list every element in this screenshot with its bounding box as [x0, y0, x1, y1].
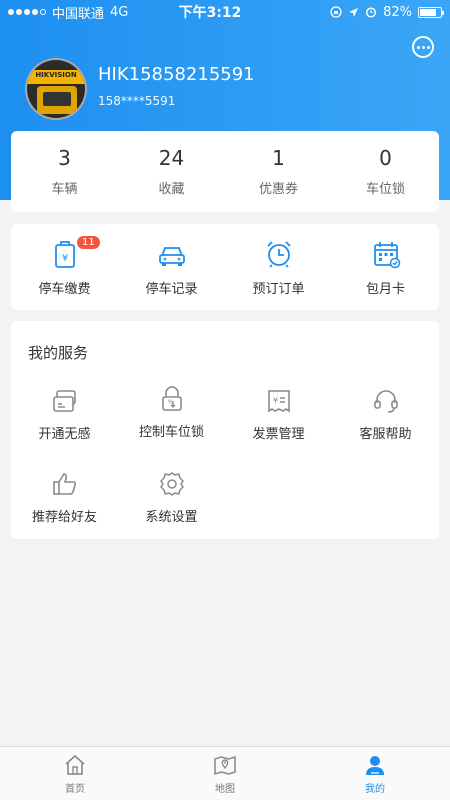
lock-icon: % [161, 386, 182, 411]
service-item-contactless[interactable]: 开通无感 [11, 387, 118, 442]
thumbs-up-icon [52, 473, 76, 495]
battery-icon [418, 6, 444, 18]
tab-map[interactable]: 地图 [150, 747, 300, 800]
carrier-label: 中国联通 [52, 6, 105, 22]
stat-vehicles[interactable]: 3 车辆 [11, 131, 118, 212]
tab-mine[interactable]: 我的 [300, 747, 450, 800]
orientation-lock-icon [330, 6, 342, 18]
alarm-icon [366, 7, 377, 18]
phone-number: 158****5591 [98, 94, 176, 108]
alarm-clock-icon [266, 240, 291, 268]
message-button[interactable] [412, 36, 434, 58]
stat-value: 1 [272, 146, 285, 170]
stat-label: 优惠券 [258, 182, 298, 197]
service-item-settings[interactable]: 系统设置 [118, 470, 225, 525]
quick-action-label: 停车缴费 [38, 281, 91, 297]
network-label: 4G [110, 4, 129, 20]
status-time: 下午3:12 [178, 5, 242, 21]
quick-action-label: 预订订单 [252, 281, 305, 297]
bottom-tab-bar: 首页 地图 我的 [0, 746, 450, 800]
avatar[interactable]: HIKVISION [25, 58, 87, 120]
badge-count: 11 [77, 236, 100, 249]
service-label: 推荐给好友 [31, 510, 97, 525]
tab-label: 我的 [365, 783, 385, 795]
avatar-brand-logo: HIKVISION [35, 71, 77, 79]
stat-value: 3 [58, 146, 71, 170]
user-icon [366, 755, 384, 775]
gear-icon [159, 472, 184, 496]
home-icon [65, 754, 85, 775]
service-item-control-lock[interactable]: % 控制车位锁 [118, 385, 225, 440]
quick-actions-card: ¥ 11 停车缴费 停车记录 预订订单 包月卡 [11, 224, 439, 310]
parking-payment-icon: ¥ [54, 240, 75, 268]
invoice-icon: ¥ [267, 390, 290, 413]
services-card: 我的服务 开通无感 % 控制车位锁 ¥ 发票管理 客服帮助 推荐给好友 系统设置 [11, 321, 439, 539]
stats-card: 3 车辆 24 收藏 1 优惠券 0 车位锁 [11, 131, 439, 212]
quick-action-monthly-card[interactable]: 包月卡 [332, 224, 439, 310]
stat-value: 0 [379, 146, 392, 170]
signal-strength-icon [8, 9, 46, 15]
service-label: 发票管理 [252, 427, 305, 442]
service-item-recommend[interactable]: 推荐给好友 [11, 470, 118, 525]
message-icon [416, 45, 420, 49]
tab-home[interactable]: 首页 [0, 747, 150, 800]
service-item-invoice[interactable]: ¥ 发票管理 [225, 387, 332, 442]
tab-label: 首页 [65, 783, 85, 795]
quick-action-parking-records[interactable]: 停车记录 [118, 224, 225, 310]
headset-icon [373, 390, 398, 413]
status-bar: 中国联通 4G 下午3:12 82% [0, 0, 450, 24]
stat-value: 24 [158, 146, 185, 170]
stat-coupons[interactable]: 1 优惠券 [225, 131, 332, 212]
quick-action-label: 停车记录 [145, 281, 198, 297]
stat-label: 车位锁 [365, 182, 405, 197]
svg-text:%: % [168, 399, 174, 406]
quick-action-parking-payment[interactable]: ¥ 11 停车缴费 [11, 224, 118, 310]
svg-text:¥: ¥ [273, 396, 278, 405]
service-label: 控制车位锁 [138, 425, 204, 440]
stat-parking-locks[interactable]: 0 车位锁 [332, 131, 439, 212]
stat-label: 车辆 [51, 182, 78, 197]
location-arrow-icon [349, 7, 359, 17]
tab-label: 地图 [215, 783, 235, 795]
service-label: 客服帮助 [359, 427, 412, 442]
stat-label: 收藏 [158, 182, 185, 197]
quick-action-label: 包月卡 [365, 281, 405, 297]
stat-favorites[interactable]: 24 收藏 [118, 131, 225, 212]
service-label: 系统设置 [145, 510, 198, 525]
username[interactable]: HIK15858215591 [98, 64, 255, 85]
quick-action-reservation-orders[interactable]: 预订订单 [225, 224, 332, 310]
map-icon [214, 755, 236, 775]
battery-percent: 82% [383, 4, 412, 20]
service-item-customer-help[interactable]: 客服帮助 [332, 387, 439, 442]
svg-text:¥: ¥ [61, 253, 67, 264]
car-icon [158, 246, 185, 266]
service-label: 开通无感 [38, 427, 91, 442]
card-icon [52, 390, 76, 412]
calendar-icon [373, 241, 400, 268]
services-title: 我的服务 [28, 344, 89, 362]
